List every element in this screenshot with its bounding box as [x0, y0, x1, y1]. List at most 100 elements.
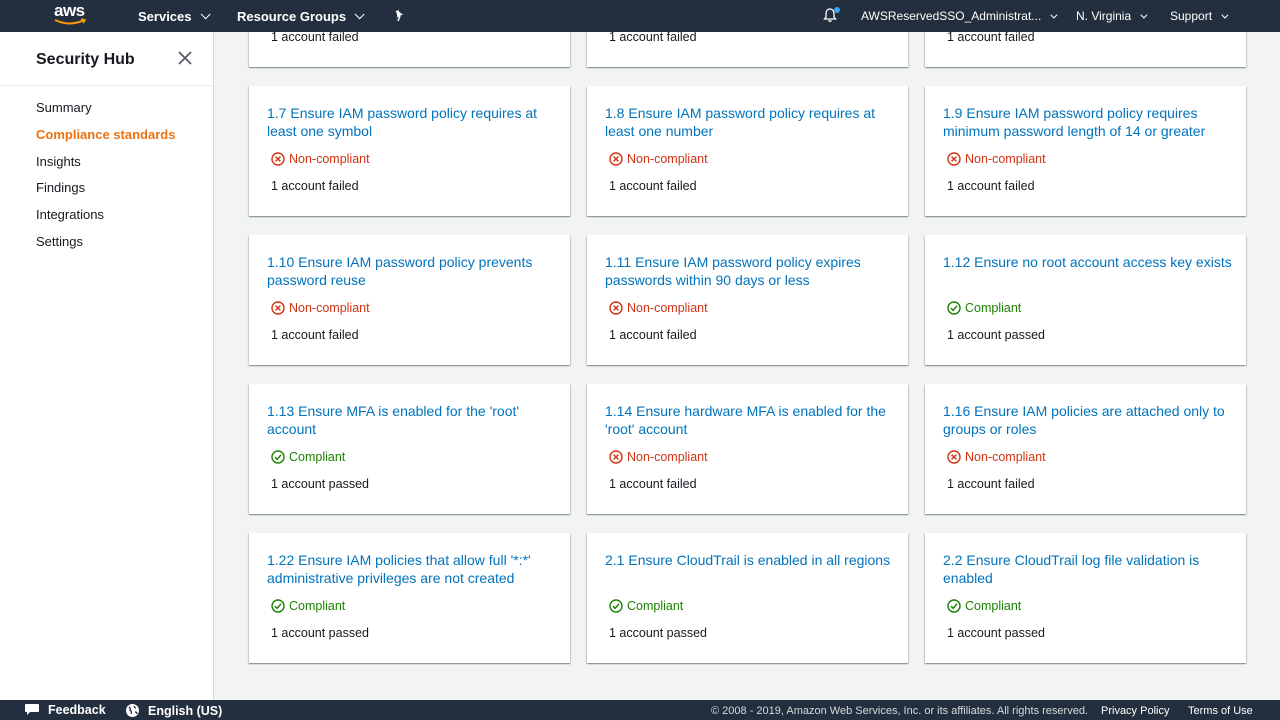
- status-badge: Compliant: [947, 301, 1021, 315]
- support-menu[interactable]: Support: [1170, 0, 1229, 32]
- privacy-policy-link[interactable]: Privacy Policy: [1101, 705, 1169, 717]
- pin-button[interactable]: [393, 0, 407, 32]
- card-account-count: 1 account passed: [947, 328, 1045, 342]
- sidebar-item-summary[interactable]: Summary: [36, 98, 175, 125]
- card-account-count: 1 account failed: [609, 477, 697, 491]
- error-circle-icon: [609, 450, 623, 464]
- sidebar-nav: Summary Compliance standards Insights Fi…: [36, 98, 175, 259]
- card-title-link[interactable]: 1.11 Ensure IAM password policy expires …: [605, 253, 895, 289]
- sidebar-item-settings[interactable]: Settings: [36, 232, 175, 259]
- card-title-link[interactable]: 1.22 Ensure IAM policies that allow full…: [267, 551, 557, 587]
- card-account-count: 1 account passed: [271, 477, 369, 491]
- error-circle-icon: [947, 450, 961, 464]
- services-menu[interactable]: Services: [138, 0, 211, 32]
- feedback-button[interactable]: Feedback: [24, 703, 106, 717]
- card-title-link[interactable]: 1.14 Ensure hardware MFA is enabled for …: [605, 402, 895, 438]
- status-text: Compliant: [289, 450, 346, 464]
- status-text: Non-compliant: [289, 152, 370, 166]
- status-text: Compliant: [965, 301, 1022, 315]
- card-account-count: 1 account failed: [271, 328, 359, 342]
- language-selector[interactable]: English (US): [125, 703, 222, 718]
- chevron-down-icon: [200, 8, 211, 19]
- error-circle-icon: [609, 152, 623, 166]
- top-navigation-bar: aws Services Resource Groups AWSReserved…: [0, 0, 1280, 32]
- card-account-count: 1 account failed: [947, 477, 1035, 491]
- card-title-link[interactable]: 1.7 Ensure IAM password policy requires …: [267, 104, 557, 140]
- standard-card: 1.9 Ensure IAM password policy requires …: [925, 86, 1246, 216]
- standard-card: 1 account failed: [587, 32, 908, 67]
- terms-of-use-link[interactable]: Terms of Use: [1188, 705, 1253, 717]
- status-text: Non-compliant: [965, 450, 1046, 464]
- error-circle-icon: [609, 301, 623, 315]
- sidebar-item-integrations[interactable]: Integrations: [36, 205, 175, 232]
- notifications-button[interactable]: [822, 7, 840, 25]
- card-account-count: 1 account failed: [609, 32, 697, 44]
- support-label: Support: [1170, 9, 1213, 23]
- card-title-link[interactable]: 1.9 Ensure IAM password policy requires …: [943, 104, 1233, 140]
- card-title-link[interactable]: 1.13 Ensure MFA is enabled for the 'root…: [267, 402, 557, 438]
- card-account-count: 1 account passed: [609, 626, 707, 640]
- aws-smile-icon: [54, 18, 87, 25]
- status-badge: Compliant: [609, 599, 683, 613]
- status-text: Non-compliant: [289, 301, 370, 315]
- standard-card: 1 account failed: [925, 32, 1246, 67]
- error-circle-icon: [271, 301, 285, 315]
- sidebar: Security Hub Summary Compliance standard…: [0, 32, 214, 700]
- status-badge: Non-compliant: [609, 152, 708, 166]
- region-menu[interactable]: N. Virginia: [1076, 0, 1148, 32]
- close-sidebar-button[interactable]: [178, 51, 194, 67]
- card-title-link[interactable]: 1.16 Ensure IAM policies are attached on…: [943, 402, 1233, 438]
- standard-card: 1.8 Ensure IAM password policy requires …: [587, 86, 908, 216]
- standard-card: 2.1 Ensure CloudTrail is enabled in all …: [587, 533, 908, 663]
- aws-logo[interactable]: aws: [52, 0, 92, 32]
- close-icon: [178, 51, 192, 65]
- main-content: 1 account failed 1 account failed 1 acco…: [214, 32, 1280, 700]
- resource-groups-menu[interactable]: Resource Groups: [237, 0, 365, 32]
- pin-icon: [395, 9, 404, 22]
- check-circle-icon: [609, 599, 623, 613]
- card-title-link[interactable]: 1.8 Ensure IAM password policy requires …: [605, 104, 895, 140]
- status-badge: Non-compliant: [271, 152, 370, 166]
- account-menu[interactable]: AWSReservedSSO_Administrat...: [861, 0, 1058, 32]
- card-title-link[interactable]: 1.10 Ensure IAM password policy prevents…: [267, 253, 557, 289]
- card-account-count: 1 account failed: [271, 179, 359, 193]
- standard-card: 1 account failed: [249, 32, 570, 67]
- services-label: Services: [138, 8, 192, 24]
- speech-bubble-icon: [25, 704, 39, 715]
- status-badge: Non-compliant: [609, 301, 708, 315]
- standard-card: 1.14 Ensure hardware MFA is enabled for …: [587, 384, 908, 514]
- chevron-down-icon: [354, 8, 365, 19]
- chevron-down-icon: [1221, 11, 1229, 19]
- standard-card: 1.12 Ensure no root account access key e…: [925, 235, 1246, 365]
- sidebar-item-insights[interactable]: Insights: [36, 152, 175, 179]
- copyright-text: © 2008 - 2019, Amazon Web Services, Inc.…: [711, 705, 1088, 717]
- footer: Feedback English (US) © 2008 - 2019, Ama…: [0, 700, 1280, 720]
- standard-card: 1.22 Ensure IAM policies that allow full…: [249, 533, 570, 663]
- region-label: N. Virginia: [1076, 9, 1132, 23]
- check-circle-icon: [271, 450, 285, 464]
- sidebar-item-compliance-standards[interactable]: Compliance standards: [36, 125, 175, 152]
- check-circle-icon: [947, 599, 961, 613]
- notification-dot: [834, 7, 840, 13]
- card-title-link[interactable]: 2.1 Ensure CloudTrail is enabled in all …: [605, 551, 895, 569]
- card-title-link[interactable]: 1.12 Ensure no root account access key e…: [943, 253, 1233, 271]
- standard-card: 1.10 Ensure IAM password policy prevents…: [249, 235, 570, 365]
- status-text: Non-compliant: [627, 450, 708, 464]
- chevron-down-icon: [1140, 11, 1148, 19]
- status-badge: Compliant: [947, 599, 1021, 613]
- status-badge: Compliant: [271, 599, 345, 613]
- status-badge: Non-compliant: [947, 450, 1046, 464]
- standard-card: 1.7 Ensure IAM password policy requires …: [249, 86, 570, 216]
- globe-icon: [126, 704, 139, 717]
- chevron-down-icon: [1050, 11, 1058, 19]
- standard-card: 1.13 Ensure MFA is enabled for the 'root…: [249, 384, 570, 514]
- status-badge: Non-compliant: [947, 152, 1046, 166]
- status-text: Compliant: [627, 599, 684, 613]
- account-label: AWSReservedSSO_Administrat...: [861, 9, 1042, 23]
- status-text: Compliant: [965, 599, 1022, 613]
- status-text: Non-compliant: [965, 152, 1046, 166]
- sidebar-item-findings[interactable]: Findings: [36, 178, 175, 205]
- card-account-count: 1 account passed: [947, 626, 1045, 640]
- card-title-link[interactable]: 2.2 Ensure CloudTrail log file validatio…: [943, 551, 1233, 587]
- standard-card: 1.16 Ensure IAM policies are attached on…: [925, 384, 1246, 514]
